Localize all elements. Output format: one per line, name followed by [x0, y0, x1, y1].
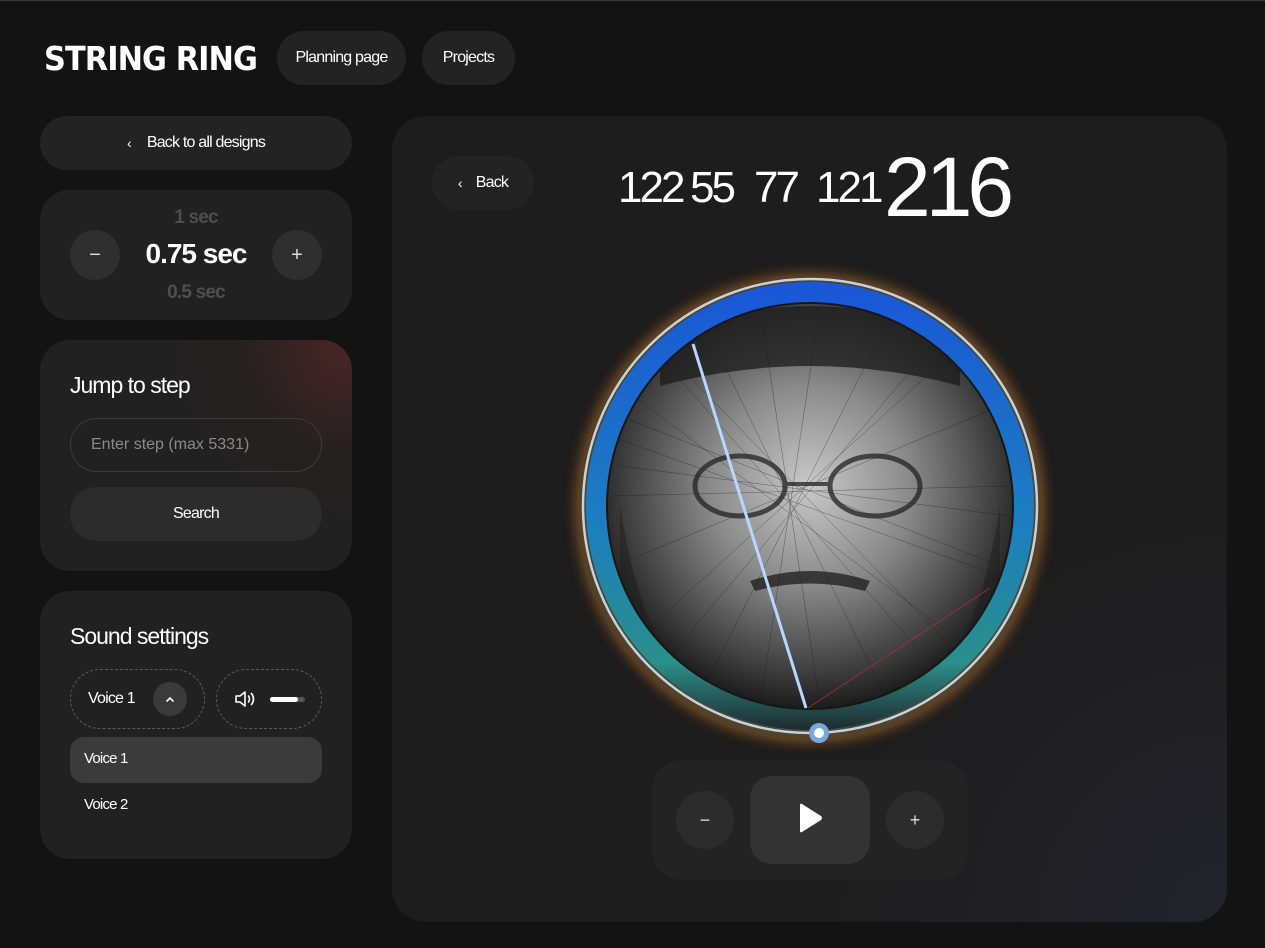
speed-card: 1 sec − 0.75 sec + 0.5 sec	[40, 190, 352, 320]
speaker-icon[interactable]	[234, 689, 258, 714]
jump-title: Jump to step	[70, 372, 191, 398]
step-number: 121	[816, 163, 883, 212]
search-button[interactable]: Search	[70, 487, 322, 541]
play-button[interactable]	[750, 776, 870, 864]
voice-option-2[interactable]: Voice 2	[70, 783, 322, 829]
volume-control	[216, 669, 322, 729]
volume-slider[interactable]	[270, 697, 305, 702]
speed-plus-button[interactable]: +	[272, 230, 322, 280]
back-to-designs-label: Back to all designs	[146, 134, 266, 151]
back-button[interactable]: ‹ Back	[432, 156, 534, 210]
speed-prev[interactable]: 1 sec	[40, 207, 352, 229]
step-back-button[interactable]: −	[676, 791, 734, 849]
sound-settings-card: Sound settings Voice 1 Voice 1 Voice 2	[40, 591, 352, 859]
play-icon	[796, 802, 824, 839]
chevron-left-icon: ‹	[457, 175, 463, 191]
voice-select[interactable]: Voice 1	[70, 669, 205, 729]
speed-current: 0.75 sec	[145, 238, 248, 269]
step-number: 55	[690, 163, 736, 212]
playback-controls: − +	[652, 760, 968, 880]
jump-to-step-card: Jump to step Search	[40, 340, 352, 571]
current-step-number: 216	[884, 140, 1014, 234]
chevron-left-icon: ‹	[126, 135, 132, 151]
step-input[interactable]	[70, 418, 322, 472]
volume-slider-fill	[270, 697, 298, 702]
string-art-preview	[560, 258, 1060, 756]
voice-option-1[interactable]: Voice 1	[70, 737, 322, 783]
step-number: 122	[618, 163, 685, 212]
nav-planning-page[interactable]: Planning page	[277, 31, 406, 85]
back-to-designs-button[interactable]: ‹ Back to all designs	[40, 116, 352, 170]
step-number: 77	[754, 163, 800, 212]
speed-minus-button[interactable]: −	[70, 230, 120, 280]
sound-title: Sound settings	[70, 623, 209, 649]
step-forward-button[interactable]: +	[886, 791, 944, 849]
back-label: Back	[475, 174, 509, 191]
nav-projects[interactable]: Projects	[422, 31, 515, 85]
voice-select-value: Voice 1	[88, 690, 136, 707]
speed-next[interactable]: 0.5 sec	[40, 282, 352, 304]
chevron-up-icon[interactable]	[153, 682, 187, 716]
app-logo: STRING RING	[44, 39, 258, 78]
